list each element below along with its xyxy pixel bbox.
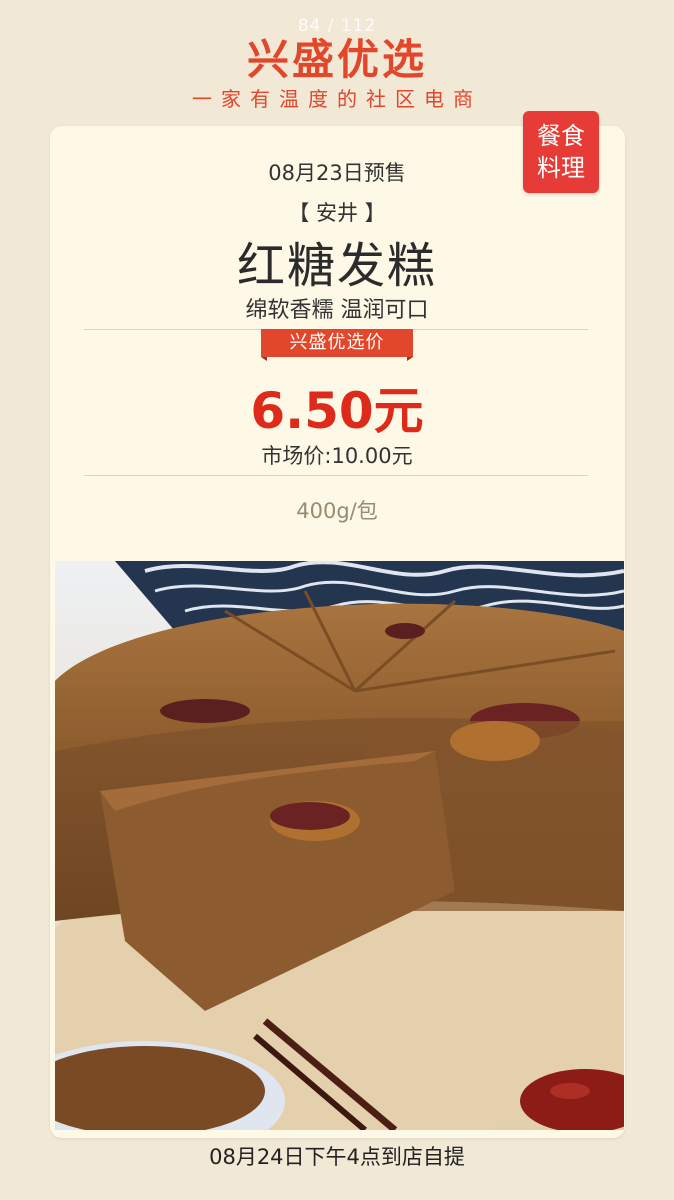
divider [84, 475, 588, 476]
product-brand: 【 安井 】 [288, 201, 386, 225]
market-price: 市场价:10.00元 [261, 444, 413, 468]
brand-slogan: 一家有温度的社区电商 [192, 87, 482, 111]
presale-date: 08月23日预售 [268, 161, 406, 185]
brand-logo: 兴盛优选 [246, 35, 427, 84]
price-tag-ribbon: 兴盛优选价 [261, 329, 413, 361]
product-tagline: 绵软香糯 温润可口 [245, 298, 429, 323]
pickup-info: 08月24日下午4点到店自提 [209, 1145, 465, 1169]
price-tag-label: 兴盛优选价 [261, 329, 413, 357]
category-badge-line1: 餐食 [537, 122, 585, 150]
ribbon-fold-left [261, 357, 267, 361]
header: 84 / 112 兴盛优选 一家有温度的社区电商 [0, 0, 674, 122]
product-photo[interactable] [55, 561, 624, 1130]
product-photo-illustration [55, 561, 624, 1130]
product-weight: 400g/包 [296, 499, 378, 523]
ribbon-fold-right [407, 357, 413, 361]
product-name: 红糖发糕 [236, 238, 437, 294]
sale-price: 6.50元 [250, 382, 424, 440]
